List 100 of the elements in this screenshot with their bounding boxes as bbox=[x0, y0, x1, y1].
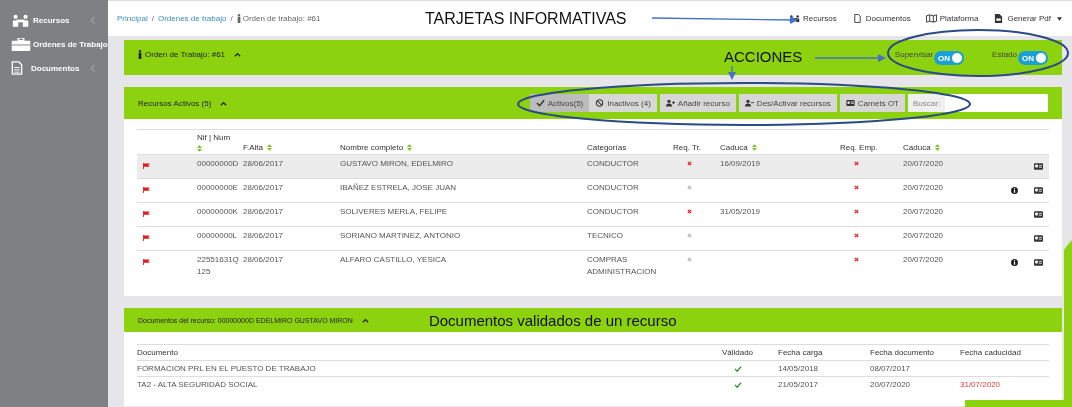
user-minus-icon bbox=[744, 99, 754, 107]
chevron-left-icon bbox=[90, 15, 96, 25]
person-icon bbox=[138, 50, 142, 59]
id-card-icon[interactable] bbox=[1034, 187, 1043, 194]
annotation-label: ACCIONES bbox=[724, 48, 803, 65]
table-cell: 08/07/2017 bbox=[870, 364, 911, 373]
caret-up-icon[interactable] bbox=[220, 100, 228, 106]
nav-link[interactable]: Recursos bbox=[789, 14, 837, 23]
table-cell-text: SORIANO MARTINEZ, ANTONIO bbox=[340, 231, 461, 242]
sidebar-item[interactable]: Ordenes de Trabajo bbox=[0, 32, 108, 56]
caret-up-icon[interactable] bbox=[234, 52, 242, 57]
caret-down-icon bbox=[1057, 16, 1062, 21]
column-header: Fecha caducidad bbox=[960, 348, 1021, 357]
document-icon bbox=[11, 61, 23, 75]
table-cell-text: COMPRAS bbox=[587, 255, 629, 264]
nav-link[interactable]: Plataforma bbox=[925, 14, 979, 23]
table-cell-text: IBAÑEZ ESTRELA, JOSE JUAN bbox=[340, 183, 457, 194]
column-header: Documento bbox=[137, 348, 178, 357]
column-header: Categorías bbox=[587, 143, 627, 152]
chevron-left-icon bbox=[90, 63, 96, 73]
table-cell-text: SOLIVERES MERLA, FELIPE bbox=[340, 207, 448, 218]
sidebar-item[interactable]: Recursos bbox=[0, 8, 108, 32]
toggle-label: Supervisar bbox=[894, 50, 934, 59]
table-row[interactable]: 00000000D 28/06/2017 GUSTAVO MIRON, EDELMIRO CONDUCTOR 16/09/2019 20/07/2020 bbox=[137, 155, 1049, 179]
id-card-icon[interactable] bbox=[1034, 163, 1043, 170]
table-row[interactable]: 00000000L 28/06/2017 SORIANO MARTINEZ, ANTONIO TECNICO 20/07/2020 bbox=[137, 227, 1049, 251]
panel-title: Orden de Trabajo: #61 bbox=[145, 50, 226, 59]
table-cell-text: 125 bbox=[197, 267, 212, 276]
table-cell-text: GUSTAVO MIRON, EDELMIRO bbox=[340, 159, 454, 170]
people-icon bbox=[11, 13, 31, 27]
annotation-arrow bbox=[728, 65, 736, 80]
column-header: F.Alta bbox=[243, 143, 263, 152]
breadcrumb-separator: / bbox=[230, 14, 233, 23]
table-cell-text: 20/07/2020 bbox=[903, 207, 944, 218]
table-cell-text: 00000000K bbox=[197, 207, 239, 216]
info-icon[interactable] bbox=[1011, 187, 1018, 194]
table-cell-text: CONDUCTOR bbox=[587, 207, 640, 216]
id-card-icon[interactable] bbox=[1034, 235, 1043, 242]
action-button[interactable]: Carnets OT bbox=[839, 94, 905, 112]
table-cell-text: 00000000D bbox=[197, 159, 240, 168]
breadcrumb-link[interactable]: Ordenes de trabajo bbox=[157, 14, 227, 23]
table-cell-text: 00000000L bbox=[197, 231, 239, 240]
table-cell: 14/05/2018 bbox=[778, 364, 819, 373]
annotation-arrow bbox=[814, 54, 886, 62]
flag-icon bbox=[143, 259, 150, 265]
table-cell-text: ADMINISTRACION bbox=[587, 267, 658, 276]
table-cell-text: 28/06/2017 bbox=[243, 207, 284, 218]
table-cell-text: 20/07/2020 bbox=[903, 231, 944, 242]
document-icon bbox=[851, 14, 863, 23]
action-button[interactable]: Añadir recurso bbox=[659, 94, 736, 112]
filter-button[interactable]: Activos(5) bbox=[529, 94, 590, 112]
table-cell-text: CONDUCTOR bbox=[587, 183, 640, 192]
table-row[interactable]: 00000000K 28/06/2017 SOLIVERES MERLA, FELIPE CONDUCTOR 31/05/2019 20/07/2020 bbox=[137, 203, 1049, 227]
flag-icon bbox=[143, 211, 150, 217]
column-header: Fecha documento bbox=[870, 348, 935, 357]
column-header: Válidado bbox=[721, 348, 754, 357]
person-icon bbox=[236, 14, 241, 23]
column-header: Req. Emp. bbox=[840, 143, 878, 152]
ban-icon bbox=[595, 99, 605, 107]
id-card-icon[interactable] bbox=[1034, 259, 1043, 266]
table-cell: FORMACION PRL EN EL PUESTO DE TRABAJO bbox=[137, 364, 316, 373]
pdf-file-icon bbox=[993, 14, 1005, 23]
map-icon bbox=[925, 14, 937, 23]
info-icon[interactable] bbox=[1011, 259, 1018, 266]
column-header: Caduca bbox=[720, 143, 748, 152]
flag-icon bbox=[143, 235, 150, 241]
filter-button[interactable]: Inactivos (4) bbox=[589, 94, 657, 112]
table-cell-text: 20/07/2020 bbox=[903, 255, 944, 266]
table-cell-text: CONDUCTOR bbox=[587, 159, 640, 168]
table-cell-text: 28/06/2017 bbox=[243, 159, 284, 170]
table-row[interactable]: 22551631Q 125 28/06/2017 ALFARO CASTILLO, YESICA COMPRAS ADMINISTRACION 20/07/2020 bbox=[137, 251, 1049, 285]
column-header: Req. Tr. bbox=[673, 143, 701, 152]
table-cell-text: TECNICO bbox=[587, 231, 624, 240]
nav-link[interactable]: Documentos bbox=[851, 14, 911, 23]
table-cell-text: 20/07/2020 bbox=[903, 159, 944, 170]
table-cell: 31/07/2020 bbox=[960, 380, 1001, 389]
table-cell: 20/07/2020 bbox=[870, 380, 911, 389]
annotation-label: TARJETAS INFORMATIVAS bbox=[425, 10, 627, 28]
table-cell: 21/05/2017 bbox=[778, 380, 819, 389]
table-cell-text: 31/05/2019 bbox=[720, 207, 761, 218]
user-plus-icon bbox=[665, 99, 675, 107]
action-button[interactable]: Des/Activar recursos bbox=[738, 94, 837, 112]
table-cell-text: 16/09/2019 bbox=[720, 159, 761, 170]
nav-link[interactable]: Generar Pdf bbox=[993, 14, 1062, 23]
table-cell: TA2 - ALTA SEGURIDAD SOCIAL bbox=[137, 380, 258, 389]
table-cell-text: 00000000E bbox=[197, 183, 239, 192]
flag-icon bbox=[143, 187, 150, 193]
flag-icon bbox=[143, 163, 150, 169]
id-card-icon[interactable] bbox=[1034, 211, 1043, 218]
column-header: Nif | Num bbox=[197, 133, 231, 142]
column-header: Nombre completo bbox=[340, 143, 404, 152]
people-icon bbox=[789, 14, 800, 23]
caret-up-icon[interactable] bbox=[361, 317, 369, 323]
breadcrumb-separator: / bbox=[151, 14, 154, 23]
sidebar-item[interactable]: Documentos bbox=[0, 56, 108, 80]
breadcrumb-current: Orden de trabajo: #61 bbox=[242, 14, 321, 23]
breadcrumb-link[interactable]: Principal bbox=[117, 14, 148, 23]
table-cell-text: 22551631Q bbox=[197, 255, 240, 264]
table-row[interactable]: 00000000E 28/06/2017 IBAÑEZ ESTRELA, JOSE JUAN CONDUCTOR 20/07/2020 bbox=[137, 179, 1049, 203]
column-header: Fecha carga bbox=[778, 348, 823, 357]
